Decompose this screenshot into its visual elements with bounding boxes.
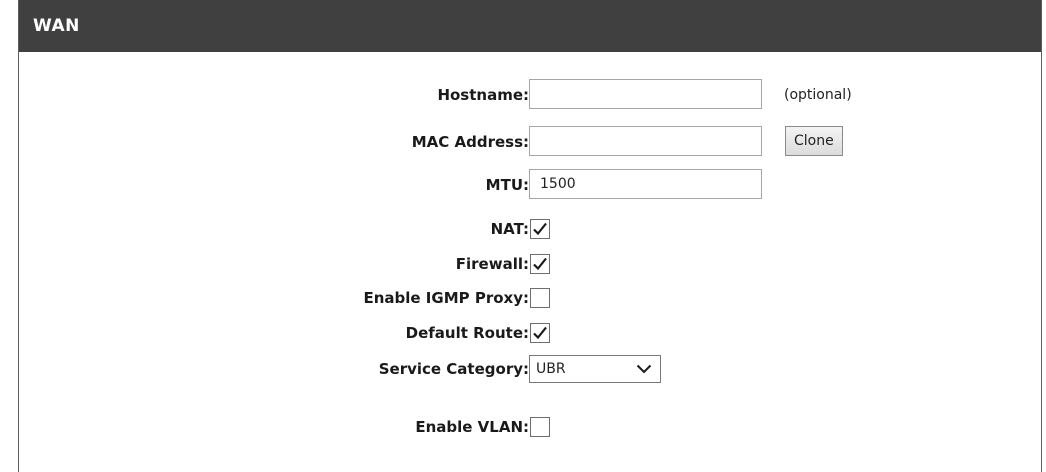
igmp-proxy-label: Enable IGMP Proxy: [363, 289, 529, 307]
igmp-proxy-checkbox[interactable] [530, 288, 550, 308]
hostname-optional-hint: (optional) [784, 87, 852, 103]
default-route-label: Default Route: [405, 324, 529, 342]
enable-vlan-label: Enable VLAN: [415, 418, 529, 436]
service-category-label: Service Category: [378, 360, 529, 378]
chevron-down-icon [636, 363, 652, 379]
firewall-label: Firewall: [455, 255, 529, 273]
enable-vlan-checkbox[interactable] [530, 417, 550, 437]
mac-address-input[interactable] [529, 126, 762, 156]
nat-checkbox[interactable] [530, 219, 550, 239]
mtu-input[interactable] [529, 169, 762, 199]
checkmark-icon [533, 222, 547, 236]
mac-address-label: MAC Address: [411, 133, 529, 151]
default-route-checkbox[interactable] [530, 323, 550, 343]
wan-panel: WAN Hostname: (optional) MAC Address: Cl… [18, 0, 1042, 472]
checkmark-icon [533, 257, 547, 271]
firewall-checkbox[interactable] [530, 254, 550, 274]
mtu-label: MTU: [485, 176, 529, 194]
hostname-label: Hostname: [437, 86, 529, 104]
service-category-value: UBR [536, 361, 566, 377]
clone-button[interactable]: Clone [785, 126, 843, 156]
panel-title: WAN [19, 0, 1041, 52]
nat-label: NAT: [490, 220, 529, 238]
service-category-select[interactable]: UBR [529, 355, 661, 383]
hostname-input[interactable] [529, 79, 762, 109]
checkmark-icon [533, 326, 547, 340]
